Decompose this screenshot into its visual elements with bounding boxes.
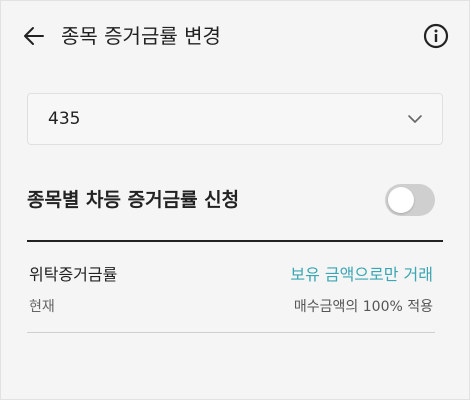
hold-amount-only-link[interactable]: 보유 금액으로만 거래: [290, 264, 433, 286]
stock-select-value: 435: [48, 109, 81, 129]
current-value: 매수금액의 100% 적용: [293, 299, 433, 315]
section-divider: [27, 240, 443, 242]
info-circle-icon: [423, 23, 449, 49]
page-title: 종목 증거금률 변경: [61, 24, 221, 48]
header: 종목 증거금률 변경: [1, 1, 469, 71]
current-label: 현재: [29, 299, 55, 315]
toggle-knob: [388, 187, 414, 213]
differential-margin-toggle[interactable]: [385, 184, 435, 216]
consignment-margin-label: 위탁증거금률: [29, 265, 118, 284]
chevron-down-icon: [408, 115, 422, 123]
info-button[interactable]: [423, 23, 449, 49]
row-divider: [27, 332, 435, 333]
screen: 종목 증거금률 변경 435 종목별 차등 증거금률 신청 위탁증거금률 보유 …: [0, 0, 470, 400]
stock-select[interactable]: 435: [27, 93, 443, 145]
arrow-left-icon: [24, 27, 44, 45]
differential-margin-label: 종목별 차등 증거금률 신청: [27, 189, 240, 211]
back-button[interactable]: [21, 23, 47, 49]
differential-margin-row: 종목별 차등 증거금률 신청: [27, 181, 443, 221]
